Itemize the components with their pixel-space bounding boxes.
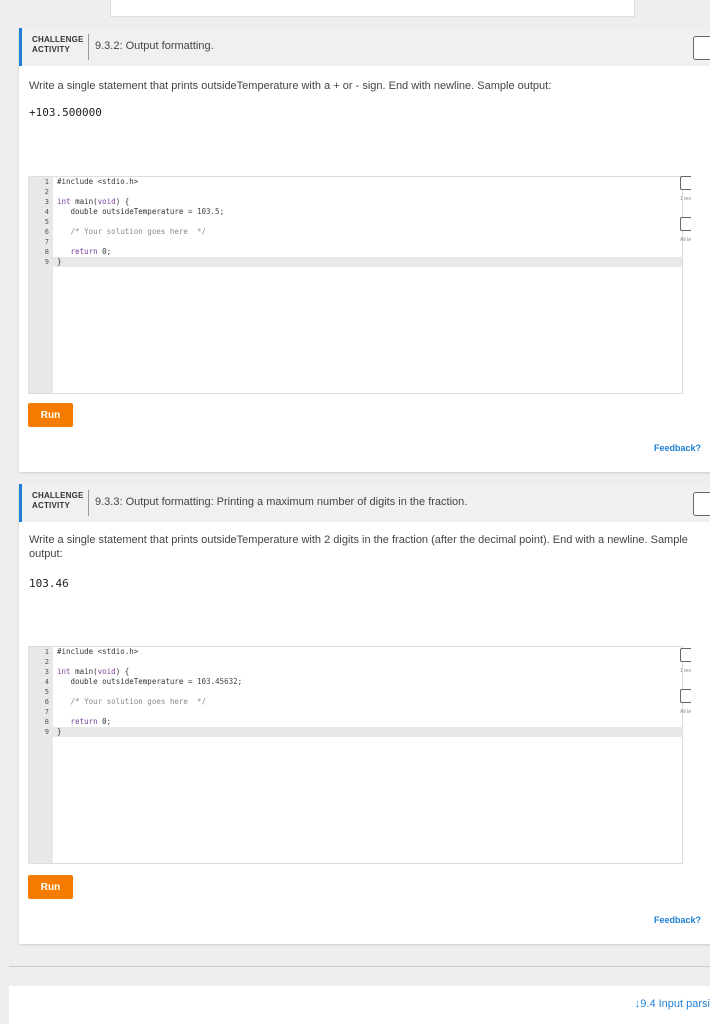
instructions: Write a single statement that prints out… bbox=[29, 80, 552, 92]
feedback-link[interactable]: Feedback? bbox=[654, 915, 701, 925]
code-token: return bbox=[70, 247, 98, 256]
code-token: void bbox=[97, 667, 116, 676]
run-button[interactable]: Run bbox=[28, 403, 73, 427]
sample-output: 103.46 bbox=[29, 577, 69, 590]
active-line-highlight bbox=[53, 257, 682, 267]
line-number: 1 bbox=[44, 648, 49, 656]
challenge-activity-2: CHALLENGE ACTIVITY 9.3.3: Output formatt… bbox=[19, 484, 710, 944]
code-line: #include <stdio.h> bbox=[57, 177, 139, 186]
line-number: 2 bbox=[44, 658, 49, 666]
line-gutter: 1 2 3 4 5 6 7 8 9 bbox=[29, 647, 53, 863]
feedback-link[interactable]: Feedback? bbox=[654, 443, 701, 453]
code-line: } bbox=[57, 257, 62, 266]
code-token: void bbox=[97, 197, 116, 206]
test-status-text: All te passe bbox=[680, 237, 691, 243]
badge-line2: ACTIVITY bbox=[32, 501, 71, 510]
activity-header: CHALLENGE ACTIVITY 9.3.2: Output formatt… bbox=[19, 28, 710, 66]
code-token: ) { bbox=[115, 667, 130, 676]
test-status-text: 1 tes passe bbox=[680, 196, 691, 202]
instructions: Write a single statement that prints out… bbox=[29, 534, 688, 560]
code-line: return 0; bbox=[57, 247, 112, 257]
code-editor[interactable]: 1 2 3 4 5 6 7 8 9 #include <stdio.h> int… bbox=[28, 176, 683, 394]
code-token: main( bbox=[75, 197, 98, 206]
line-number: 9 bbox=[44, 728, 49, 736]
section-divider bbox=[9, 966, 710, 967]
previous-panel-bottom bbox=[110, 0, 635, 17]
code-token: 0; bbox=[97, 717, 112, 726]
run-button[interactable]: Run bbox=[28, 875, 73, 899]
test-status-text: 1 tes passe bbox=[680, 668, 691, 674]
code-line: int main(void) { bbox=[57, 667, 129, 677]
code-line: #include <stdio.h> bbox=[57, 647, 139, 656]
code-comment: /* Your solution goes here */ bbox=[57, 227, 207, 236]
line-number: 5 bbox=[44, 688, 49, 696]
badge-line1: CHALLENGE bbox=[32, 35, 84, 44]
line-number: 8 bbox=[44, 248, 49, 256]
bookmark-icon[interactable] bbox=[693, 492, 710, 516]
code-line: double outsideTemperature = 103.5; bbox=[57, 207, 225, 217]
next-section-label: 9.4 Input parsi bbox=[640, 998, 710, 1010]
activity-title: 9.3.3: Output formatting: Printing a max… bbox=[95, 496, 468, 508]
badge-line2: ACTIVITY bbox=[32, 45, 71, 54]
code-token: 103.45632 bbox=[196, 677, 238, 686]
test-status-icon bbox=[680, 648, 691, 662]
challenge-activity-badge: CHALLENGE ACTIVITY bbox=[32, 491, 84, 511]
line-number: 6 bbox=[44, 698, 49, 706]
code-line: int main(void) { bbox=[57, 197, 129, 207]
line-number: 8 bbox=[44, 718, 49, 726]
line-gutter: 1 2 3 4 5 6 7 8 9 bbox=[29, 177, 53, 393]
code-line: double outsideTemperature = 103.45632; bbox=[57, 677, 243, 687]
code-token: int bbox=[57, 197, 76, 206]
code-comment: /* Your solution goes here */ bbox=[57, 697, 207, 706]
line-number: 4 bbox=[44, 678, 49, 686]
next-section-bar: ↓9.4 Input parsi bbox=[9, 986, 710, 1024]
code-token: ) { bbox=[115, 197, 130, 206]
active-line-highlight bbox=[53, 727, 682, 737]
code-token: 0; bbox=[97, 247, 112, 256]
header-divider bbox=[88, 34, 89, 60]
line-number: 2 bbox=[44, 188, 49, 196]
bookmark-icon[interactable] bbox=[693, 36, 710, 60]
test-status-icon bbox=[680, 689, 691, 703]
code-token: return bbox=[70, 717, 98, 726]
line-number: 4 bbox=[44, 208, 49, 216]
header-divider bbox=[88, 490, 89, 516]
line-number: 7 bbox=[44, 708, 49, 716]
activity-title: 9.3.2: Output formatting. bbox=[95, 40, 214, 52]
line-number: 3 bbox=[44, 198, 49, 206]
line-number: 6 bbox=[44, 228, 49, 236]
test-status-icon bbox=[680, 176, 691, 190]
sample-output: +103.500000 bbox=[29, 106, 102, 119]
test-status-text: All te passe bbox=[680, 709, 691, 715]
code-token: double outsideTemperature = bbox=[57, 677, 197, 686]
test-status-icon bbox=[680, 217, 691, 231]
code-token: double outsideTemperature = bbox=[57, 207, 197, 216]
challenge-activity-1: CHALLENGE ACTIVITY 9.3.2: Output formatt… bbox=[19, 28, 710, 472]
code-line: } bbox=[57, 727, 62, 736]
code-token: ; bbox=[237, 677, 243, 686]
code-token: main( bbox=[75, 667, 98, 676]
code-editor[interactable]: 1 2 3 4 5 6 7 8 9 #include <stdio.h> int… bbox=[28, 646, 683, 864]
challenge-activity-badge: CHALLENGE ACTIVITY bbox=[32, 35, 84, 55]
code-token: int bbox=[57, 667, 76, 676]
code-token: ; bbox=[219, 207, 225, 216]
next-section-link[interactable]: ↓9.4 Input parsi bbox=[635, 998, 710, 1010]
badge-line1: CHALLENGE bbox=[32, 491, 84, 500]
line-number: 1 bbox=[44, 178, 49, 186]
code-line: return 0; bbox=[57, 717, 112, 727]
line-number: 9 bbox=[44, 258, 49, 266]
activity-header: CHALLENGE ACTIVITY 9.3.3: Output formatt… bbox=[19, 484, 710, 522]
code-token: 103.5 bbox=[196, 207, 220, 216]
line-number: 3 bbox=[44, 668, 49, 676]
line-number: 7 bbox=[44, 238, 49, 246]
line-number: 5 bbox=[44, 218, 49, 226]
